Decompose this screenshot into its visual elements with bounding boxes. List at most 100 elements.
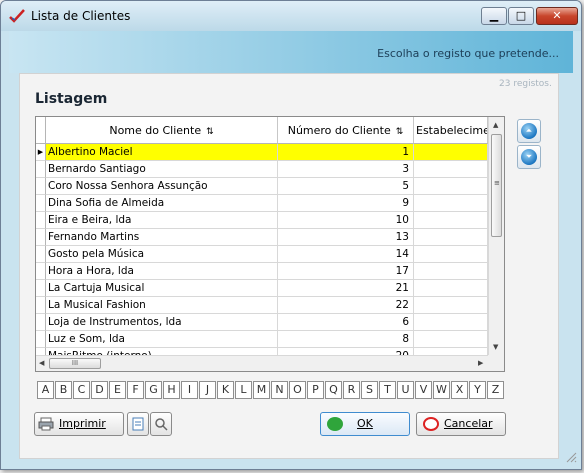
letter-button-w[interactable]: W [433,381,450,399]
cell-establishment [414,246,488,263]
letter-button-e[interactable]: E [109,381,126,399]
cell-client-name: Coro Nossa Senhora Assunção [46,178,278,195]
cell-establishment [414,212,488,229]
letter-button-f[interactable]: F [127,381,144,399]
header-prompt: Escolha o registo que pretende... [377,47,559,60]
cell-client-name: Dina Sofia de Almeida [46,195,278,212]
letter-button-y[interactable]: Y [469,381,486,399]
arrow-down-icon: ⏷ [521,149,537,165]
cell-client-number: 13 [278,229,414,246]
letter-button-t[interactable]: T [379,381,396,399]
table-row[interactable]: La Cartuja Musical 21 [36,280,488,297]
letter-button-g[interactable]: G [145,381,162,399]
row-indicator [36,314,46,331]
cell-client-name: Hora a Hora, lda [46,263,278,280]
column-header-name-label: Nome do Cliente [109,124,202,137]
cell-client-number: 22 [278,297,414,314]
table-row[interactable]: Luz e Som, lda 8 [36,331,488,348]
close-button[interactable]: ✕ [536,7,578,25]
letter-button-r[interactable]: R [343,381,360,399]
cell-client-name: La Cartuja Musical [46,280,278,297]
row-indicator [36,280,46,297]
letter-button-x[interactable]: X [451,381,468,399]
letter-button-d[interactable]: D [91,381,108,399]
export-button[interactable] [127,412,149,436]
cancel-icon [423,417,439,431]
scroll-up-icon[interactable]: ▲ [493,121,498,129]
letter-button-b[interactable]: B [55,381,72,399]
arrow-up-icon: ⏶ [521,123,537,139]
cell-client-name: Fernando Martins [46,229,278,246]
letter-button-i[interactable]: I [181,381,198,399]
ok-button[interactable]: OK [320,412,410,436]
table-row[interactable]: Hora a Hora, lda 17 [36,263,488,280]
letter-button-o[interactable]: O [289,381,306,399]
move-down-button[interactable]: ⏷ [517,145,541,169]
maximize-button[interactable]: □ [508,7,534,25]
letter-button-m[interactable]: M [253,381,270,399]
scroll-right-icon[interactable]: ▶ [478,359,483,367]
row-indicator [36,178,46,195]
letter-button-a[interactable]: A [37,381,54,399]
resize-grip-icon[interactable] [563,449,577,463]
table-row[interactable]: Bernardo Santiago 3 [36,161,488,178]
table-row[interactable]: La Musical Fashion 22 [36,297,488,314]
letter-button-c[interactable]: C [73,381,90,399]
letter-button-h[interactable]: H [163,381,180,399]
horizontal-scrollbar[interactable]: ◀ III ▶ [36,355,488,371]
vertical-scroll-thumb[interactable]: ≡ [491,134,502,237]
letter-button-q[interactable]: Q [325,381,342,399]
cell-establishment [414,297,488,314]
table-row[interactable]: Dina Sofia de Almeida 9 [36,195,488,212]
letter-button-s[interactable]: S [361,381,378,399]
row-indicator [36,212,46,229]
table-row[interactable]: Eira e Beira, lda 10 [36,212,488,229]
cell-establishment [414,144,488,161]
header-band: Escolha o registo que pretende... [9,31,573,73]
scroll-left-icon[interactable]: ◀ [39,359,44,367]
scroll-down-icon[interactable]: ▼ [493,343,498,351]
table-row[interactable]: Coro Nossa Senhora Assunção 5 [36,178,488,195]
letter-button-j[interactable]: J [199,381,216,399]
row-indicator [36,161,46,178]
column-header-establishment-label: Estabelecime [416,124,488,137]
letter-button-k[interactable]: K [217,381,234,399]
search-button[interactable] [150,412,172,436]
cell-client-number: 9 [278,195,414,212]
document-icon [132,417,144,431]
column-header-name[interactable]: Nome do Cliente ⇅ [46,117,278,144]
window-title: Lista de Clientes [31,9,131,23]
vertical-scrollbar[interactable]: ▲ ≡ ▼ [488,117,504,355]
client-grid: Nome do Cliente ⇅ Número do Cliente ⇅ Esta… [35,116,505,372]
minimize-icon: ▁ [489,9,499,22]
search-icon [155,418,168,431]
row-indicator: ▶ [36,144,46,161]
column-header-establishment[interactable]: Estabelecime⇅ [414,117,488,144]
table-row[interactable]: ▶ Albertino Maciel 1 [36,144,488,161]
cell-client-name: La Musical Fashion [46,297,278,314]
app-check-icon [9,9,25,23]
cell-client-name: Eira e Beira, lda [46,212,278,229]
title-bar[interactable]: Lista de Clientes ▁ □ ✕ [1,1,581,31]
letter-button-l[interactable]: L [235,381,252,399]
letter-button-u[interactable]: U [397,381,414,399]
column-header-number[interactable]: Número do Cliente ⇅ [278,117,414,144]
cell-client-name: Luz e Som, lda [46,331,278,348]
cell-client-name: Albertino Maciel [46,144,278,161]
sort-icon: ⇅ [206,127,214,137]
cell-establishment [414,331,488,348]
letter-button-n[interactable]: N [271,381,288,399]
table-row[interactable]: Fernando Martins 13 [36,229,488,246]
move-up-button[interactable]: ⏶ [517,119,541,143]
print-button[interactable]: Imprimir [34,412,124,436]
table-row[interactable]: Loja de Instrumentos, lda 6 [36,314,488,331]
table-row[interactable]: Gosto pela Música 14 [36,246,488,263]
letter-button-z[interactable]: Z [487,381,504,399]
letter-button-p[interactable]: P [307,381,324,399]
minimize-button[interactable]: ▁ [481,7,507,25]
row-indicator [36,331,46,348]
cancel-button[interactable]: Cancelar [416,412,506,436]
horizontal-scroll-thumb[interactable]: III [49,358,101,369]
cell-client-name: Gosto pela Música [46,246,278,263]
letter-button-v[interactable]: V [415,381,432,399]
